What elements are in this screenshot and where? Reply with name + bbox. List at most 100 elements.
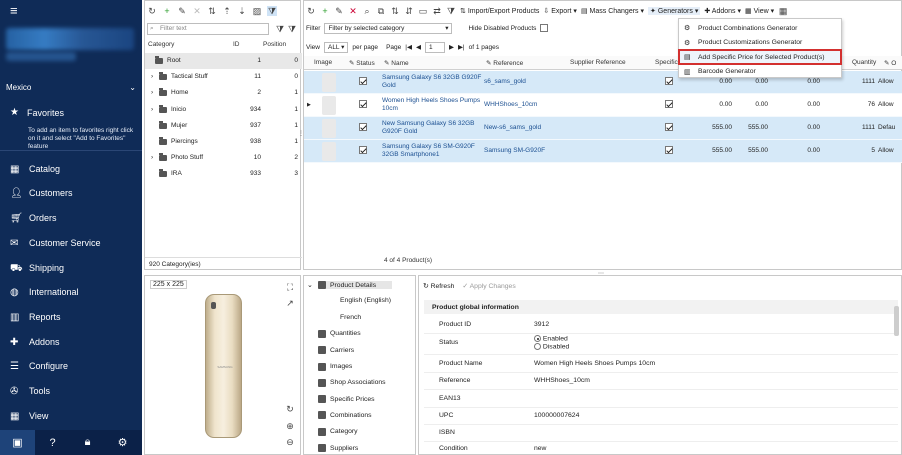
import-export-button[interactable]: ⇅ Import/Export Products [460, 7, 539, 15]
table-row[interactable]: New Samsung Galaxy S6 32GB G920F Gold New… [304, 117, 902, 140]
category-row[interactable]: Root 1 0 [145, 53, 302, 69]
tree-item-category[interactable]: Category [318, 427, 358, 436]
edit-icon[interactable]: ✎ [334, 6, 344, 16]
sidebar-item-view[interactable]: ▦ View [10, 409, 138, 423]
sidebar-item-shipping[interactable]: ⛟ Shipping [10, 261, 138, 275]
refresh-icon[interactable]: ↻ [147, 6, 157, 16]
page-input[interactable]: 1 [424, 41, 445, 53]
edit-icon[interactable]: ✎ [177, 6, 187, 16]
filter-toggle-icon[interactable]: ⧩ [267, 6, 277, 16]
apply-changes-button[interactable]: ✓ Apply Changes [462, 282, 515, 290]
menu-item-barcode-generator[interactable]: ▥ Barcode Generator [679, 65, 841, 79]
category-row[interactable]: Piercings 938 1 [145, 134, 302, 150]
hide-disabled-checkbox[interactable] [540, 24, 549, 32]
tree-item-product-details[interactable]: ⌄ Product Details [307, 281, 393, 289]
zoom-in-icon[interactable]: ⊕ [285, 421, 295, 431]
category-row[interactable]: › Home 2 1 [145, 85, 302, 101]
sidebar-item-reports[interactable]: ▥ Reports [10, 310, 138, 324]
tree-item-english-english[interactable]: English (English) [340, 297, 391, 304]
status-checkbox[interactable] [359, 77, 367, 85]
specific-checkbox[interactable] [665, 146, 673, 154]
splitter-handle[interactable]: ⋯ [598, 270, 604, 277]
tree-item-suppliers[interactable]: Suppliers [318, 444, 358, 452]
expander-icon[interactable]: › [151, 106, 157, 113]
rotate-icon[interactable]: ↻ [285, 404, 295, 414]
status-checkbox[interactable] [359, 100, 367, 108]
grid-icon[interactable]: ▦ [778, 6, 788, 16]
enabled-radio[interactable]: Enabled [534, 335, 569, 342]
expander-icon[interactable]: › [151, 154, 157, 161]
expander-icon[interactable]: › [151, 89, 157, 96]
sidebar-item-customers[interactable]: 👤︎ Customers [10, 186, 138, 200]
folder-icon[interactable]: ▭ [418, 6, 428, 16]
expander-icon[interactable]: › [151, 73, 157, 80]
specific-checkbox[interactable] [665, 100, 673, 108]
info-value[interactable]: new [534, 445, 546, 452]
gear-icon[interactable]: ⚙ [105, 436, 140, 449]
sort-icon[interactable]: ⇅ [207, 6, 217, 16]
col-category[interactable]: Category [148, 41, 174, 48]
info-value[interactable]: Women High Heels Shoes Pumps 10cm [534, 360, 655, 367]
sidebar-item-favorites[interactable]: ★ Favorites [10, 107, 64, 118]
move-down-icon[interactable]: ⇣ [237, 6, 247, 16]
export-button[interactable]: ⇩ Export ▾ [543, 7, 577, 15]
table-row[interactable]: Samsung Galaxy S6 SM-G920F 32GB Smartpho… [304, 140, 902, 163]
col-quantity[interactable]: Quantity [852, 59, 876, 66]
chevron-down-icon[interactable]: ⌄ [307, 281, 313, 289]
tree-item-quantities[interactable]: Quantities [318, 329, 361, 338]
category-filter-input[interactable]: ⌕ Filter text [147, 23, 269, 35]
swap-icon[interactable]: ⇄ [432, 6, 442, 16]
lock-icon[interactable]: 🔒︎ [70, 436, 105, 449]
col-status[interactable]: ✎ Status [349, 59, 375, 67]
search-icon[interactable]: ⌕ [362, 6, 372, 16]
sidebar-item-configure[interactable]: ☰ Configure [10, 359, 138, 373]
zoom-out-icon[interactable]: ⊖ [285, 437, 295, 447]
menu-item-product-customizations-generator[interactable]: ⚙ Product Customizations Generator [679, 36, 841, 50]
delete-icon[interactable]: ✕ [192, 6, 202, 16]
mass-changers-button[interactable]: ▤ Mass Changers ▾ [581, 7, 644, 15]
tree-item-images[interactable]: Images [318, 362, 352, 371]
tree-item-specific-prices[interactable]: Specific Prices [318, 395, 375, 404]
category-row[interactable]: Mujer 937 1 [145, 118, 302, 134]
open-external-icon[interactable]: ↗ [285, 298, 295, 308]
shop-selector[interactable]: Mexico ⌄ [6, 83, 136, 92]
specific-checkbox[interactable] [665, 77, 673, 85]
category-filter-select[interactable]: Filter by selected category ▾ [324, 22, 453, 34]
next-page-icon[interactable]: ▶ [449, 43, 454, 51]
tree-item-carriers[interactable]: Carriers [318, 346, 354, 355]
per-page-select[interactable]: ALL ▾ [323, 41, 349, 53]
delete-icon[interactable]: ✕ [348, 6, 358, 16]
table-row[interactable]: ▶ Women High Heels Shoes Pumps 10cm WHHSho… [304, 94, 902, 117]
move-icon[interactable]: ⇵ [404, 6, 414, 16]
category-row[interactable]: IRA 933 3 [145, 166, 302, 182]
splitter-handle-vertical[interactable]: ⋮ [298, 130, 304, 137]
col-id[interactable]: ID [233, 41, 240, 48]
clear-filter-icon[interactable]: ⧩ [275, 24, 285, 34]
col-o[interactable]: ✎ O [884, 59, 896, 67]
sidebar-item-customer-service[interactable]: ✉ Customer Service [10, 236, 138, 250]
hamburger-menu-icon[interactable]: ≡ [10, 4, 18, 17]
col-reference[interactable]: ✎ Reference [486, 59, 523, 67]
addons-button[interactable]: ✚ Addons ▾ [704, 7, 741, 15]
copy-icon[interactable]: ⧉ [376, 6, 386, 16]
category-row[interactable]: › Inicio 934 1 [145, 102, 302, 118]
filter-icon[interactable]: ⧩ [446, 6, 456, 16]
sort-icon[interactable]: ⇅ [390, 6, 400, 16]
fit-icon[interactable]: ⛶ [285, 282, 295, 292]
image-icon[interactable]: ▨ [252, 6, 262, 16]
add-icon[interactable]: + [320, 6, 330, 16]
col-name[interactable]: ✎ Name [384, 59, 409, 67]
sidebar-item-catalog[interactable]: ▦ Catalog [10, 162, 138, 176]
menu-item-product-combinations-generator[interactable]: ⚙ Product Combinations Generator [679, 21, 841, 35]
status-checkbox[interactable] [359, 146, 367, 154]
tree-item-french[interactable]: French [340, 314, 361, 321]
sidebar-item-international[interactable]: ◍ International [10, 285, 138, 299]
disabled-radio[interactable]: Disabled [534, 343, 569, 351]
move-up-icon[interactable]: ⇡ [222, 6, 232, 16]
first-page-icon[interactable]: |◀ [405, 43, 412, 51]
prev-page-icon[interactable]: ◀ [416, 43, 421, 51]
col-position[interactable]: Position [263, 41, 286, 48]
col-image[interactable]: Image [314, 59, 332, 66]
scrollbar[interactable] [894, 306, 899, 336]
tree-item-shop-associations[interactable]: Shop Associations [318, 378, 386, 387]
